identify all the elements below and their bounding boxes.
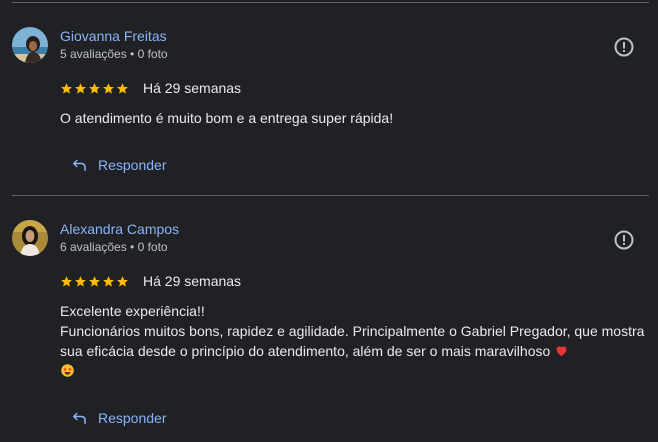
author-name[interactable]: Alexandra Campos — [60, 221, 179, 237]
star-icon — [75, 276, 86, 287]
star-icon — [89, 276, 100, 287]
review-text: Excelente experiência!! Funcionários mui… — [60, 301, 645, 381]
review-text: O atendimento é muito bom e a entrega su… — [60, 108, 645, 128]
star-rating — [60, 275, 129, 289]
report-icon — [614, 37, 634, 57]
star-icon — [61, 83, 72, 94]
top-divider — [12, 2, 649, 3]
avatar[interactable] — [12, 27, 48, 63]
star-icon — [89, 83, 100, 94]
reply-arrow-icon — [73, 159, 86, 171]
star-icon — [103, 276, 114, 287]
avatar[interactable] — [12, 220, 48, 256]
star-icon — [103, 83, 114, 94]
reply-label: Responder — [98, 410, 167, 426]
report-review-button[interactable] — [612, 35, 636, 59]
reply-label: Responder — [98, 157, 167, 173]
reply-arrow-icon — [73, 412, 86, 424]
star-struck-emoji-icon — [61, 364, 74, 377]
star-icon — [117, 83, 128, 94]
review-text-line: Funcionários muitos bons, rapidez e agil… — [60, 321, 645, 381]
review-text-line: O atendimento é muito bom e a entrega su… — [60, 110, 394, 126]
report-review-button[interactable] — [612, 228, 636, 252]
red-heart-emoji-icon — [556, 346, 567, 357]
star-icon — [61, 276, 72, 287]
review-date: Há 29 semanas — [143, 273, 242, 289]
reply-button[interactable]: Responder — [62, 403, 175, 433]
review-divider — [12, 195, 649, 196]
star-icon — [117, 276, 128, 287]
review-date: Há 29 semanas — [143, 80, 242, 96]
author-name[interactable]: Giovanna Freitas — [60, 28, 167, 44]
author-meta: 5 avaliações • 0 foto — [60, 47, 168, 61]
report-icon — [614, 230, 634, 250]
review-text-line: Excelente experiência!! — [60, 303, 205, 319]
reviews-panel: Giovanna Freitas 5 avaliações • 0 foto H… — [0, 0, 658, 442]
reply-button[interactable]: Responder — [62, 150, 175, 180]
star-rating — [60, 82, 129, 96]
star-icon — [75, 83, 86, 94]
author-meta: 6 avaliações • 0 foto — [60, 240, 168, 254]
